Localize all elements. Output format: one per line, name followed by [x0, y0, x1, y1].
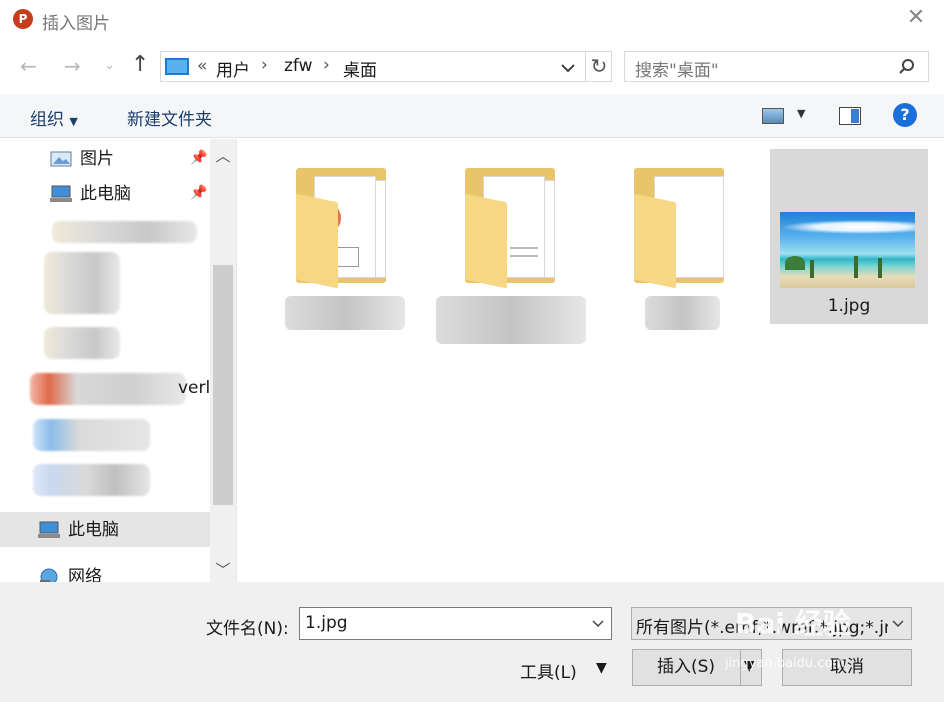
blurred-item[interactable]	[30, 373, 186, 405]
powerpoint-icon: P	[13, 9, 33, 29]
sidebar-item-this-pc[interactable]: 此电脑	[38, 513, 119, 547]
baidu-watermark-url: jingyan.baidu.com	[725, 656, 845, 671]
search-box[interactable]: 搜索"桌面"	[624, 51, 929, 82]
palm	[810, 260, 814, 278]
blurred-item[interactable]	[44, 252, 120, 314]
dialog-title: 插入图片	[42, 14, 110, 34]
palm	[854, 256, 858, 278]
folder-front	[634, 193, 676, 289]
sidebar-item-label: 此电脑	[68, 520, 119, 540]
organize-menu[interactable]: 组织 ▼	[30, 105, 78, 130]
folder-front	[296, 193, 338, 289]
search-input[interactable]: 搜索"桌面"	[635, 56, 719, 81]
new-folder-button[interactable]: 新建文件夹	[127, 105, 212, 130]
organize-dropdown-icon: ▼	[69, 115, 78, 128]
filename-dropdown-icon[interactable]	[591, 616, 605, 630]
partial-item-text: verl	[178, 378, 211, 398]
breadcrumb-users[interactable]: 用户	[216, 56, 250, 81]
baidu-watermark: Bai 经验	[735, 607, 851, 640]
folder-front	[465, 193, 507, 289]
sidebar-item-label: 图片	[80, 149, 114, 169]
view-dropdown-icon[interactable]: ▼	[797, 107, 805, 120]
sidebar-item-pictures[interactable]: 图片	[50, 142, 114, 176]
navigation-pane: 图片 📌 此电脑 📌 verl 此电脑 网络	[0, 139, 236, 587]
search-icon[interactable]	[898, 58, 916, 76]
text-line	[510, 247, 538, 249]
text-line	[510, 255, 538, 257]
address-dropdown-icon[interactable]	[558, 58, 578, 78]
scroll-thumb[interactable]	[213, 265, 233, 505]
blurred-item[interactable]	[33, 464, 150, 496]
folder-label-redacted[interactable]	[285, 296, 405, 330]
pin-icon[interactable]: 📌	[190, 150, 207, 166]
tools-dropdown-icon[interactable]: ▼	[596, 660, 607, 676]
breadcrumb-separator-icon[interactable]: ›	[261, 55, 268, 75]
close-button[interactable]: ✕	[906, 7, 926, 29]
command-toolbar: 组织 ▼ 新建文件夹 ▼ ?	[0, 94, 944, 138]
pin-icon[interactable]: 📌	[190, 185, 207, 201]
filename-value[interactable]: 1.jpg	[305, 613, 348, 633]
palm	[878, 258, 882, 278]
file-type-dropdown-icon[interactable]	[891, 616, 905, 630]
folder-label-redacted[interactable]	[645, 296, 720, 330]
folder-label-redacted[interactable]	[436, 296, 586, 344]
file-item-selected[interactable]: 1.jpg	[770, 149, 928, 324]
scroll-up-icon[interactable]: ︿	[214, 145, 232, 166]
computer-icon	[50, 185, 72, 202]
view-options-icon[interactable]	[762, 108, 784, 124]
blurred-item[interactable]	[33, 419, 150, 451]
filename-label: 文件名(N):	[206, 619, 289, 639]
forward-arrow-icon[interactable]: →	[64, 54, 81, 78]
image-thumbnail	[780, 212, 915, 288]
help-icon[interactable]: ?	[893, 103, 917, 127]
blurred-item[interactable]	[44, 327, 120, 359]
computer-icon	[38, 521, 60, 538]
recent-locations-chevron-icon[interactable]: ⌄	[104, 58, 115, 73]
preview-pane-icon[interactable]	[839, 107, 861, 125]
back-arrow-icon[interactable]: ←	[20, 54, 37, 78]
filename-field[interactable]: 1.jpg	[299, 607, 612, 640]
breadcrumb-desktop[interactable]: 桌面	[343, 56, 377, 81]
clouds	[780, 220, 915, 234]
sidebar-item-this-pc-quick[interactable]: 此电脑	[50, 177, 131, 211]
address-bar[interactable]: « 用户 › zfw › 桌面	[160, 51, 612, 82]
breadcrumb-separator-icon[interactable]: ›	[323, 55, 330, 75]
file-name: 1.jpg	[827, 296, 871, 316]
desktop-icon	[165, 58, 189, 75]
insert-label: 插入(S)	[657, 657, 716, 677]
sidebar-scrollbar[interactable]: ︿ ﹀	[210, 139, 236, 582]
pictures-icon	[50, 151, 72, 167]
up-arrow-icon[interactable]: ↑	[131, 52, 149, 77]
island	[785, 256, 805, 270]
sidebar-item-label: 此电脑	[80, 184, 131, 204]
tools-menu[interactable]: 工具(L)	[520, 658, 577, 683]
breadcrumb-zfw[interactable]: zfw	[284, 56, 313, 76]
title-bar: P 插入图片 ✕	[0, 0, 944, 38]
path-overflow-icon[interactable]: «	[197, 56, 207, 76]
scroll-down-icon[interactable]: ﹀	[214, 559, 232, 580]
refresh-icon[interactable]: ↻	[585, 51, 612, 82]
blurred-item[interactable]	[52, 221, 197, 243]
organize-label: 组织	[30, 110, 64, 130]
